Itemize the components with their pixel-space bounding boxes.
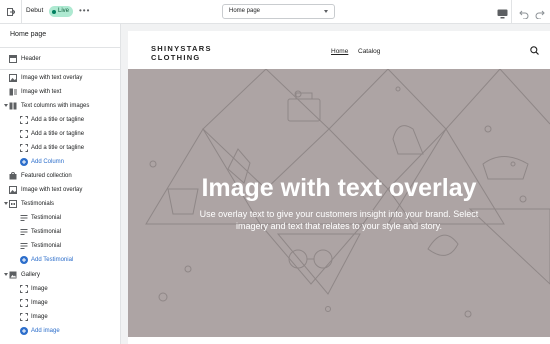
undo-icon	[519, 10, 529, 20]
add-column-label: Add Column	[31, 159, 65, 165]
drag-handle-icon[interactable]	[20, 313, 28, 321]
text-lines-icon[interactable]	[20, 228, 28, 236]
store-logo[interactable]: SHINYSTARS CLOTHING	[151, 44, 212, 62]
chevron-down-icon[interactable]	[4, 273, 8, 276]
block-label: Testimonial	[31, 229, 62, 235]
section-gallery[interactable]: Gallery	[0, 268, 120, 282]
sidebar-divider	[0, 69, 120, 70]
block-testimonial[interactable]: Testimonial	[0, 211, 120, 225]
status-badge-label: Live	[58, 8, 70, 14]
section-text-columns-with-images[interactable]: Text columns with images	[0, 99, 120, 113]
block-label: Image	[31, 286, 48, 292]
section-image-with-text-overlay-2[interactable]: Image with text overlay	[0, 183, 120, 197]
plus-circle-icon	[20, 327, 28, 335]
image-text-icon	[9, 88, 17, 96]
chevron-down-icon[interactable]	[4, 104, 8, 107]
drag-handle-icon[interactable]	[20, 116, 28, 124]
undo-button[interactable]	[519, 6, 529, 24]
drag-handle-icon[interactable]	[20, 130, 28, 138]
quote-icon	[9, 200, 17, 208]
section-label: Image with text	[21, 89, 62, 95]
chevron-down-icon[interactable]	[4, 202, 8, 205]
block-label: Add a title or tagline	[31, 131, 85, 137]
preview-frame: SHINYSTARS CLOTHING Home Catalog Image w…	[128, 31, 550, 344]
plus-circle-icon	[20, 256, 28, 264]
exit-icon	[6, 7, 15, 16]
sidebar-title: Home page	[10, 31, 47, 38]
theme-preview: SHINYSTARS CLOTHING Home Catalog Image w…	[121, 24, 550, 344]
page-select-value: Home page	[229, 8, 261, 14]
section-label: Testimonials	[21, 201, 55, 207]
nav-link-home[interactable]: Home	[331, 48, 348, 55]
block-column[interactable]: Add a title or tagline	[0, 141, 120, 155]
hero-illustration	[145, 69, 550, 318]
more-actions-button[interactable]: •••	[79, 6, 90, 15]
section-label: Featured collection	[21, 173, 72, 179]
section-label: Header	[21, 56, 41, 62]
block-image[interactable]: Image	[0, 310, 120, 324]
drag-handle-icon[interactable]	[20, 144, 28, 152]
plus-circle-icon	[20, 158, 28, 166]
logo-line-2: CLOTHING	[151, 53, 201, 62]
columns-icon	[9, 102, 17, 110]
section-label: Text columns with images	[21, 103, 90, 109]
section-image-with-text[interactable]: Image with text	[0, 85, 120, 99]
status-dot-icon	[52, 9, 56, 14]
chevron-down-icon	[324, 10, 328, 13]
block-label: Image	[31, 300, 48, 306]
section-label: Gallery	[21, 272, 41, 278]
block-label: Testimonial	[31, 243, 62, 249]
add-testimonial-label: Add Testimonial	[31, 257, 74, 263]
collection-icon	[9, 172, 17, 180]
section-label: Image with text overlay	[21, 187, 83, 193]
block-label: Testimonial	[31, 215, 62, 221]
block-column[interactable]: Add a title or tagline	[0, 127, 120, 141]
block-testimonial[interactable]: Testimonial	[0, 239, 120, 253]
logo-line-1: SHINYSTARS	[151, 44, 212, 53]
section-image-with-text-overlay[interactable]: Image with text overlay	[0, 71, 120, 85]
exit-button[interactable]	[0, 0, 22, 23]
hero-title: Image with text overlay	[201, 174, 477, 202]
block-testimonial[interactable]: Testimonial	[0, 225, 120, 239]
image-overlay-icon	[9, 186, 17, 194]
drag-handle-icon[interactable]	[20, 299, 28, 307]
add-image-label: Add image	[31, 328, 60, 334]
add-image-button[interactable]: Add image	[0, 324, 120, 338]
block-label: Image	[31, 314, 48, 320]
nav-link-catalog[interactable]: Catalog	[358, 48, 380, 55]
block-label: Add a title or tagline	[31, 145, 85, 151]
block-column[interactable]: Add a title or tagline	[0, 113, 120, 127]
section-featured-collection[interactable]: Featured collection	[0, 169, 120, 183]
drag-handle-icon[interactable]	[20, 285, 28, 293]
redo-icon	[535, 10, 545, 20]
section-header[interactable]: Header	[0, 52, 120, 66]
sidebar-divider	[0, 47, 120, 48]
search-icon[interactable]	[530, 46, 539, 55]
block-image[interactable]: Image	[0, 296, 120, 310]
text-lines-icon[interactable]	[20, 214, 28, 222]
image-overlay-icon	[9, 74, 17, 82]
editor-topbar: Debut Live ••• Home page	[0, 0, 550, 24]
sections-sidebar: Home page Header Image with text overlay…	[0, 24, 121, 344]
text-lines-icon[interactable]	[20, 242, 28, 250]
page-select[interactable]: Home page	[222, 4, 335, 19]
desktop-icon	[497, 9, 508, 19]
gallery-icon	[9, 271, 17, 279]
theme-name: Debut	[26, 7, 44, 14]
redo-button[interactable]	[535, 6, 545, 24]
header-icon	[9, 55, 17, 63]
block-label: Add a title or tagline	[31, 117, 85, 123]
hero-text: Use overlay text to give your customers …	[199, 209, 479, 231]
device-toggle-button[interactable]	[497, 6, 508, 24]
section-label: Image with text overlay	[21, 75, 83, 81]
block-image[interactable]: Image	[0, 282, 120, 296]
section-testimonials[interactable]: Testimonials	[0, 197, 120, 211]
hero-image-overlay: Image with text overlay Use overlay text…	[128, 69, 550, 337]
toolbar-divider	[511, 0, 512, 23]
live-status-badge: Live	[49, 6, 74, 17]
add-column-button[interactable]: Add Column	[0, 155, 120, 169]
add-testimonial-button[interactable]: Add Testimonial	[0, 253, 120, 267]
